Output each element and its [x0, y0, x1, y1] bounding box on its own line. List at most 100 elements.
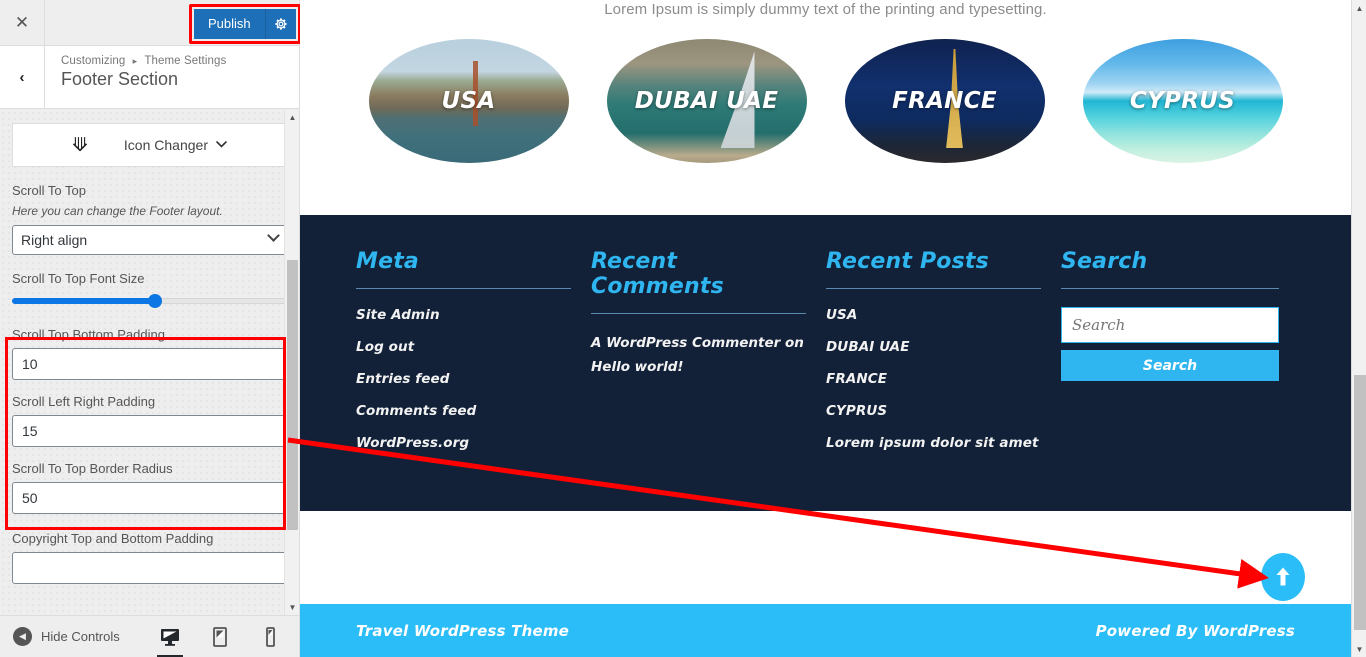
widget-list: Site Admin Log out Entries feed Comments…	[356, 307, 571, 451]
destination-label: DUBAI UAE	[634, 88, 779, 114]
control-label: Copyright Top and Bottom Padding	[12, 531, 214, 546]
control-scroll-top-bottom-padding: Scroll Top Bottom Padding	[0, 327, 299, 380]
copyright-left-text: Travel WordPress Theme	[356, 621, 570, 640]
sidebar-scrollbar-thumb[interactable]	[287, 260, 298, 530]
theme-preview-pane: Lorem Ipsum is simply dummy text of the …	[300, 0, 1351, 657]
list-item[interactable]: FRANCE	[826, 371, 1041, 387]
slider-fill	[12, 298, 155, 304]
breadcrumb: Customizing ▸ Theme Settings	[61, 55, 226, 67]
list-item[interactable]: WordPress.org	[356, 435, 571, 451]
page-scrollbar[interactable]: ▲ ▼	[1351, 0, 1366, 657]
scrollbar-down-arrow-icon[interactable]: ▼	[285, 600, 299, 615]
widget-title: Search	[1061, 249, 1148, 274]
slider-thumb[interactable]	[148, 294, 162, 308]
widget-search: Search Search	[1061, 249, 1299, 467]
controls-scroll-area: ⟱ Icon Changer Scroll To Top Here you ca…	[0, 110, 299, 615]
widget-title: Recent Posts	[826, 249, 989, 274]
scrollbar-up-arrow-icon[interactable]: ▲	[285, 110, 299, 125]
mobile-icon[interactable]	[259, 626, 281, 648]
panel-back-button[interactable]: ‹	[0, 46, 45, 108]
footer-widget-row: Meta Site Admin Log out Entries feed Com…	[300, 249, 1351, 467]
destination-label: USA	[441, 88, 496, 114]
collapse-left-icon: ◀	[13, 627, 32, 646]
tablet-icon[interactable]	[209, 626, 231, 648]
page-title: Footer Section	[61, 69, 179, 89]
sidebar-footer: ◀ Hide Controls	[0, 615, 299, 657]
list-item[interactable]: Lorem ipsum dolor sit amet	[826, 435, 1041, 451]
search-button[interactable]: Search	[1061, 350, 1279, 381]
breadcrumb-root[interactable]: Customizing	[61, 55, 125, 67]
list-item[interactable]: USA	[826, 307, 1041, 323]
list-item[interactable]: CYPRUS	[826, 403, 1041, 419]
scrollbar-down-arrow-icon[interactable]: ▼	[1352, 641, 1366, 657]
list-item[interactable]: A WordPress Commenter on Hello world!	[591, 332, 806, 379]
sidebar-scrollbar[interactable]: ▲ ▼	[284, 110, 299, 615]
control-label: Scroll Top Bottom Padding	[12, 327, 165, 342]
desktop-icon[interactable]	[157, 626, 183, 657]
icon-changer-control[interactable]: ⟱ Icon Changer	[12, 123, 287, 167]
widget-divider	[356, 288, 571, 289]
chevron-left-icon: ‹	[19, 68, 25, 86]
destination-card-usa[interactable]: USA	[368, 39, 569, 163]
control-scroll-font-size: Scroll To Top Font Size	[0, 271, 299, 286]
arrow-up-icon	[1276, 567, 1290, 586]
device-preview-group	[157, 626, 299, 657]
hide-controls-button[interactable]: ◀ Hide Controls	[0, 627, 120, 646]
panel-header: ‹ Customizing ▸ Theme Settings Footer Se…	[0, 46, 299, 109]
control-scroll-border-radius: Scroll To Top Border Radius	[0, 461, 299, 514]
copyright-bar: Travel WordPress Theme Powered By WordPr…	[300, 604, 1351, 657]
destination-label: FRANCE	[892, 88, 997, 114]
gear-icon[interactable]	[265, 9, 296, 39]
widget-recent-posts: Recent Posts USA DUBAI UAE FRANCE CYPRUS…	[826, 249, 1061, 467]
widget-list: USA DUBAI UAE FRANCE CYPRUS Lorem ipsum …	[826, 307, 1041, 451]
list-item[interactable]: DUBAI UAE	[826, 339, 1041, 355]
scroll-border-radius-input[interactable]	[12, 482, 287, 514]
widget-meta: Meta Site Admin Log out Entries feed Com…	[356, 249, 591, 467]
list-item[interactable]: Log out	[356, 339, 571, 355]
scroll-top-bottom-padding-input[interactable]	[12, 348, 287, 380]
page-scrollbar-thumb[interactable]	[1354, 375, 1366, 630]
panel-title-group: Customizing ▸ Theme Settings Footer Sect…	[45, 46, 226, 108]
scroll-to-top-button[interactable]	[1261, 553, 1305, 601]
font-size-slider-row	[0, 292, 299, 308]
control-label: Scroll To Top Border Radius	[12, 461, 173, 476]
font-size-slider[interactable]	[12, 294, 287, 308]
breadcrumb-separator-icon: ▸	[132, 56, 138, 66]
scroll-left-right-padding-input[interactable]	[12, 415, 287, 447]
destination-card-france[interactable]: FRANCE	[844, 39, 1045, 163]
search-input[interactable]	[1061, 307, 1279, 343]
control-copyright-padding: Copyright Top and Bottom Padding	[0, 531, 299, 584]
icon-changer-label: Icon Changer	[123, 137, 208, 153]
scrollbar-up-arrow-icon[interactable]: ▲	[1352, 0, 1366, 16]
hide-controls-label: Hide Controls	[41, 629, 120, 644]
footer-widget-area: Meta Site Admin Log out Entries feed Com…	[300, 215, 1351, 511]
control-description: Here you can change the Footer layout.	[12, 204, 223, 218]
list-item[interactable]: Site Admin	[356, 307, 571, 323]
publish-highlight-box: Publish	[189, 4, 301, 44]
close-customizer-button[interactable]: ✕	[0, 0, 45, 45]
screenshot-root: ✕ Publish ‹ Customizing ▸ Theme Settings…	[0, 0, 1366, 657]
destination-label: CYPRUS	[1129, 88, 1236, 114]
widget-title: Meta	[356, 249, 419, 274]
control-label: Scroll To Top Font Size	[12, 271, 145, 286]
preview-tagline: Lorem Ipsum is simply dummy text of the …	[604, 1, 1047, 18]
widget-divider	[1061, 288, 1279, 289]
destination-card-cyprus[interactable]: CYPRUS	[1082, 39, 1283, 163]
copyright-right-text: Powered By WordPress	[1095, 621, 1295, 640]
copyright-padding-input[interactable]	[12, 552, 287, 584]
breadcrumb-parent[interactable]: Theme Settings	[144, 55, 226, 67]
scroll-to-top-align-select[interactable]: Right align	[12, 225, 287, 255]
publish-button-group: Publish	[194, 9, 296, 39]
control-scroll-left-right-padding: Scroll Left Right Padding	[0, 394, 299, 447]
customizer-sidebar: ✕ Publish ‹ Customizing ▸ Theme Settings…	[0, 0, 301, 657]
control-scroll-to-top: Scroll To Top Here you can change the Fo…	[0, 183, 299, 255]
customizer-topbar: ✕ Publish	[0, 0, 301, 46]
control-label: Scroll To Top	[12, 183, 86, 198]
control-label: Scroll Left Right Padding	[12, 394, 156, 409]
publish-button[interactable]: Publish	[194, 9, 266, 39]
list-item[interactable]: Comments feed	[356, 403, 571, 419]
list-item[interactable]: Entries feed	[356, 371, 571, 387]
chevron-down-icon	[216, 140, 227, 151]
destination-card-dubai[interactable]: DUBAI UAE	[606, 39, 807, 163]
close-icon: ✕	[14, 13, 30, 32]
